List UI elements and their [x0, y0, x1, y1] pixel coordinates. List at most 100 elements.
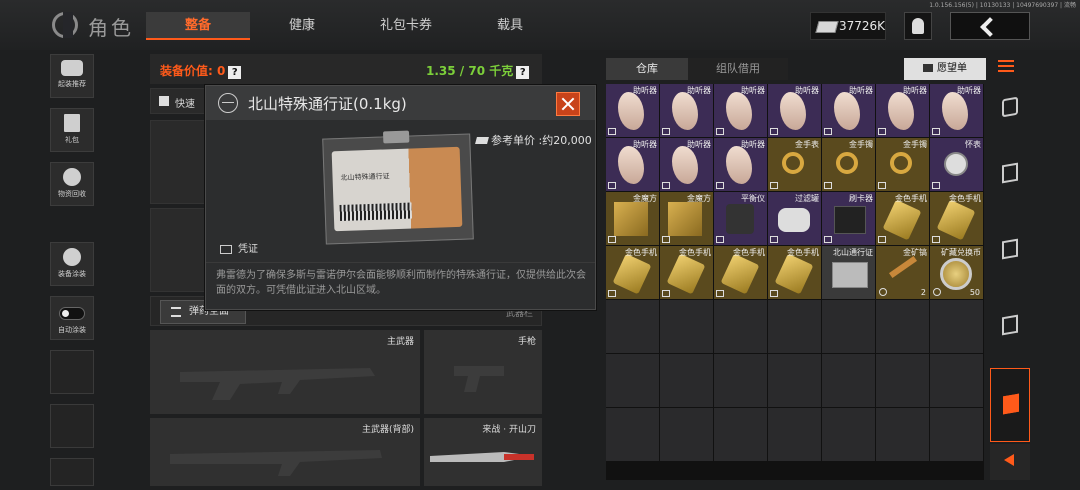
empty-stash-cell[interactable]	[876, 300, 929, 353]
empty-stash-cell[interactable]	[876, 354, 929, 407]
empty-stash-cell[interactable]	[714, 300, 767, 353]
stash-item[interactable]: 助听器	[822, 84, 875, 137]
currency-display[interactable]: 37726K	[810, 12, 886, 40]
stash-item[interactable]: 助听器	[930, 84, 983, 137]
shirt-icon	[159, 96, 169, 106]
help-icon[interactable]: ?	[228, 66, 242, 79]
stash-item[interactable]: 刷卡器	[822, 192, 875, 245]
stash-item[interactable]: 金色手机	[660, 246, 713, 299]
stash-item[interactable]: 金矿镐 2	[876, 246, 929, 299]
stash-item[interactable]: 助听器	[768, 84, 821, 137]
stash-item[interactable]: 北山通行证	[822, 246, 875, 299]
stash-item[interactable]: 金色手机	[930, 192, 983, 245]
stash-item[interactable]: 助听器	[606, 138, 659, 191]
empty-stash-cell[interactable]	[606, 354, 659, 407]
stash-item[interactable]: 助听器	[714, 84, 767, 137]
empty-stash-cell[interactable]	[660, 408, 713, 461]
stash-item[interactable]: 金魔方	[606, 192, 659, 245]
gift-button[interactable]: 礼包	[50, 108, 94, 152]
tab-health[interactable]: 健康	[250, 12, 354, 40]
stash-item[interactable]: 怀表	[930, 138, 983, 191]
empty-stash-cell[interactable]	[714, 354, 767, 407]
stash-item[interactable]: 助听器	[606, 84, 659, 137]
category-bar	[990, 84, 1030, 480]
empty-stash-cell[interactable]	[606, 408, 659, 461]
help-icon[interactable]: ?	[516, 66, 530, 79]
stash-item[interactable]: 金手镯	[876, 138, 929, 191]
empty-stash-cell[interactable]	[930, 354, 983, 407]
stash-item[interactable]: 过滤罐	[768, 192, 821, 245]
recommend-loadout-button[interactable]: 起装推荐	[50, 54, 94, 98]
empty-stash-cell[interactable]	[606, 300, 659, 353]
stash-item[interactable]: 助听器	[660, 138, 713, 191]
slot-label: 手枪	[517, 337, 536, 347]
reference-price: 参考单价 :约20,000	[475, 132, 592, 148]
back-button[interactable]	[950, 12, 1030, 40]
empty-stash-cell[interactable]	[822, 408, 875, 461]
cash-icon	[475, 137, 489, 144]
category-medical[interactable]	[990, 84, 1030, 136]
wishlist-button[interactable]: 愿望单	[904, 58, 986, 80]
quick-equip-button[interactable]: 快速	[150, 88, 210, 114]
empty-stash-cell[interactable]	[660, 300, 713, 353]
empty-stash-cell[interactable]	[714, 408, 767, 461]
empty-stash-cell[interactable]	[876, 408, 929, 461]
empty-stash-cell[interactable]	[660, 354, 713, 407]
helmet-slot[interactable]	[150, 120, 210, 204]
device-icon	[726, 204, 754, 234]
stash-item[interactable]: 金色手机	[876, 192, 929, 245]
stash-item[interactable]: 平衡仪	[714, 192, 767, 245]
stash-item[interactable]: 矿藏兑换币 50	[930, 246, 983, 299]
toggle-switch[interactable]	[59, 307, 85, 320]
category-box-3[interactable]	[990, 302, 1030, 354]
empty-slot[interactable]	[50, 458, 94, 486]
stash-item[interactable]: 助听器	[714, 138, 767, 191]
profile-button[interactable]	[904, 12, 932, 40]
clip-icon	[382, 130, 410, 144]
stash-item[interactable]: 助听器	[660, 84, 713, 137]
category-box-active[interactable]	[990, 368, 1030, 442]
close-button[interactable]	[556, 92, 580, 116]
stash-item[interactable]: 金色手机	[714, 246, 767, 299]
sidebar-label: 起装推荐	[58, 80, 86, 88]
sort-icon[interactable]	[998, 60, 1018, 76]
stash-item[interactable]: 金手表	[768, 138, 821, 191]
category-box-2[interactable]	[990, 226, 1030, 278]
collapse-button[interactable]	[990, 444, 1030, 480]
item-count: 50	[969, 288, 980, 297]
tag-icon	[608, 236, 616, 243]
armor-slot[interactable]	[150, 208, 210, 292]
primary-weapon-slot[interactable]: 主武器	[150, 330, 420, 414]
rifle-silhouette-icon	[180, 368, 375, 400]
auto-skin-toggle[interactable]: 自动涂装	[50, 296, 94, 340]
empty-stash-cell[interactable]	[768, 300, 821, 353]
tab-loadout[interactable]: 整备	[146, 12, 250, 40]
empty-stash-cell[interactable]	[930, 300, 983, 353]
empty-stash-cell[interactable]	[822, 354, 875, 407]
tab-warehouse[interactable]: 仓库	[606, 58, 688, 80]
item-image: 北山特殊通行证	[322, 130, 474, 245]
empty-slot[interactable]	[50, 404, 94, 448]
card-text: 北山特殊通行证	[340, 172, 390, 182]
category-box-1[interactable]	[990, 150, 1030, 202]
tab-vehicle[interactable]: 载具	[458, 12, 562, 40]
tab-gift-cards[interactable]: 礼包卡券	[354, 12, 458, 40]
skin-button[interactable]: 装备涂装	[50, 242, 94, 286]
recycle-button[interactable]: 物资回收	[50, 162, 94, 206]
empty-stash-cell[interactable]	[930, 408, 983, 461]
empty-stash-cell[interactable]	[768, 408, 821, 461]
stash-item[interactable]: 金魔方	[660, 192, 713, 245]
pistol-slot[interactable]: 手枪	[424, 330, 542, 414]
empty-stash-cell[interactable]	[822, 300, 875, 353]
melee-slot[interactable]: 来战 · 开山刀	[424, 418, 542, 486]
hearing-icon	[672, 146, 698, 184]
soldier-icon	[912, 18, 924, 34]
stash-item[interactable]: 金色手机	[768, 246, 821, 299]
empty-stash-cell[interactable]	[768, 354, 821, 407]
stash-item[interactable]: 金色手机	[606, 246, 659, 299]
tab-team-borrow[interactable]: 组队借用	[688, 58, 788, 80]
back-weapon-slot[interactable]: 主武器(背部)	[150, 418, 420, 486]
stash-item[interactable]: 金手镯	[822, 138, 875, 191]
stash-item[interactable]: 助听器	[876, 84, 929, 137]
empty-slot[interactable]	[50, 350, 94, 394]
